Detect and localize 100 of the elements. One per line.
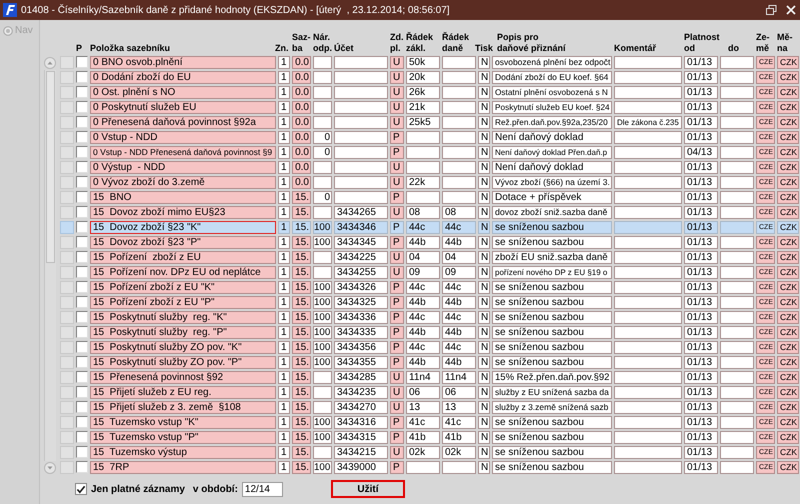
table-cell: 41b [406,431,440,444]
table-cell: 1 [278,356,290,369]
table-cell [442,191,476,204]
scroll-down-button[interactable] [44,462,56,474]
table-cell [720,236,754,249]
row-checkbox[interactable] [76,191,88,203]
column-header: P [76,43,82,54]
table-cell: 01/13 [684,416,718,429]
row-checkbox[interactable] [76,296,88,308]
table-cell: 41c [442,416,476,429]
apply-button[interactable]: Užití [330,480,405,498]
table-cell: 13 [406,401,440,414]
table-cell [614,416,682,429]
table-cell: 0.0 [292,176,311,189]
table-cell: osvobozená plnění bez odpočt [492,56,612,69]
table-cell: 44c [406,221,440,234]
row-checkbox[interactable] [76,221,88,233]
close-icon[interactable] [786,5,796,15]
table-cell: 15. [292,431,311,444]
table-cell: CZK [777,161,799,174]
row-checkbox[interactable] [76,56,88,68]
table-cell: 50k [406,56,440,69]
table-cell: se sníženou sazbou [492,416,612,429]
table-cell: se sníženou sazbou [492,356,612,369]
column-header: Saz- ba [292,32,311,54]
column-header: Popis pro daňové přiznání [497,32,566,54]
table-cell: CZK [777,221,799,234]
row-checkbox[interactable] [76,236,88,248]
row-checkbox[interactable] [76,161,88,173]
row-checkbox[interactable] [76,401,88,413]
table-cell: 3434225 [334,251,388,264]
table-cell [313,371,332,384]
table-cell [614,296,682,309]
row-checkbox[interactable] [76,206,88,218]
table-cell: P [390,131,404,144]
row-checkbox[interactable] [76,311,88,323]
row-checkbox[interactable] [76,116,88,128]
row-checkbox[interactable] [76,446,88,458]
table-cell [334,131,388,144]
table-cell [720,176,754,189]
table-cell: 15% Rež.přen.daň.pov.§92 [492,371,612,384]
table-cell: 01/13 [684,341,718,354]
table-cell [720,206,754,219]
table-cell: 01/13 [684,386,718,399]
table-cell: 01/13 [684,206,718,219]
table-cell: 1 [278,326,290,339]
table-cell: 3434270 [334,401,388,414]
table-cell: 15 Přijetí služeb z 3. země §108 [90,401,276,414]
table-cell: CZK [777,461,799,474]
row-checkbox[interactable] [76,356,88,368]
restore-icon[interactable] [766,5,777,15]
table-cell: CZK [777,311,799,324]
row-checkbox[interactable] [76,131,88,143]
table-cell: 15. [292,311,311,324]
table-cell: 15 Tuzemsko vstup "P" [90,431,276,444]
table-cell: Není daňový doklad Přen.daň.p [492,146,612,159]
scrollbar-thumb[interactable] [46,71,55,263]
table-cell: 01/13 [684,446,718,459]
row-checkbox[interactable] [76,326,88,338]
filter-checkbox[interactable] [75,483,87,495]
table-cell [720,446,754,459]
row-checkbox[interactable] [76,251,88,263]
table-cell: Rež.přen.daň.pov.§92a,235/20 [492,116,612,129]
row-checkbox[interactable] [76,281,88,293]
row-checkbox[interactable] [76,461,88,473]
row-checkbox[interactable] [76,71,88,83]
row-checkbox[interactable] [76,431,88,443]
table-cell: 01/13 [684,236,718,249]
table-cell: 3434285 [334,371,388,384]
table-cell: 1 [278,371,290,384]
scroll-up-button[interactable] [44,57,56,69]
row-checkbox[interactable] [76,266,88,278]
table-cell: 3434255 [334,266,388,279]
period-field[interactable]: 12/14 [242,482,283,496]
table-cell: 04 [406,251,440,264]
table-cell [313,71,332,84]
table-cell: se sníženou sazbou [492,236,612,249]
table-cell: CZK [777,326,799,339]
table-cell: 15. [292,446,311,459]
row-checkbox[interactable] [76,341,88,353]
column-header: Mě- na [777,32,792,54]
table-cell [614,206,682,219]
row-checkbox[interactable] [76,101,88,113]
table-cell: CZK [777,266,799,279]
row-checkbox[interactable] [76,86,88,98]
table-cell [614,146,682,159]
row-checkbox[interactable] [76,146,88,158]
table-cell: 1 [278,116,290,129]
row-checkbox[interactable] [76,416,88,428]
table-cell: 0.0 [292,161,311,174]
row-checkbox[interactable] [76,386,88,398]
table-cell: CZK [777,116,799,129]
row-checkbox[interactable] [76,371,88,383]
column-header: Ze- mě [756,32,770,54]
table-cell [442,161,476,174]
table-cell: CZK [777,356,799,369]
table-cell [720,191,754,204]
row-checkbox[interactable] [76,176,88,188]
table-cell [720,161,754,174]
column-header: Položka sazebníku [90,43,170,54]
